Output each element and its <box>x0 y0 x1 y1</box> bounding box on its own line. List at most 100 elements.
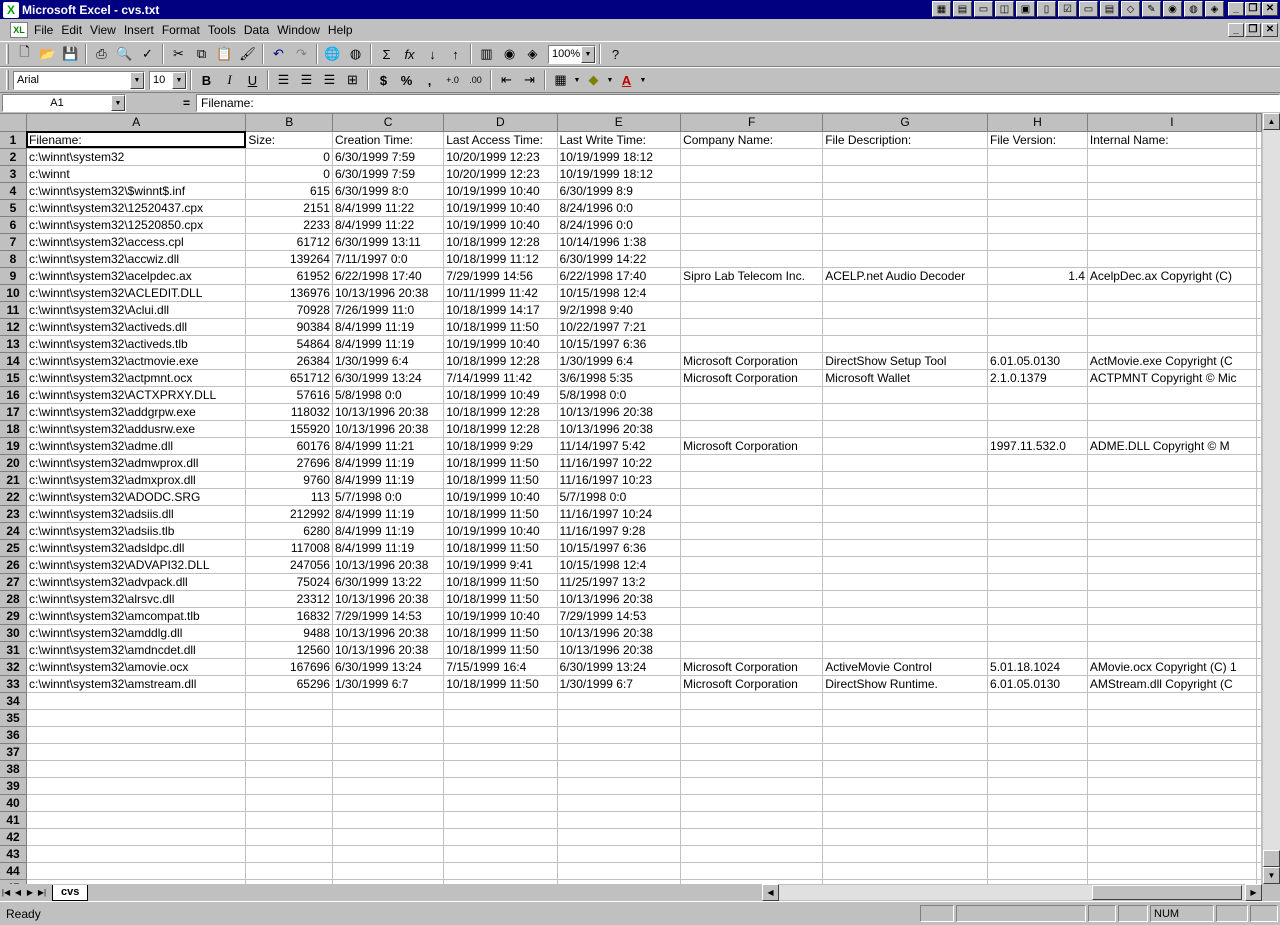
prev-sheet-icon[interactable]: ◀ <box>12 885 24 900</box>
cell[interactable] <box>822 471 989 489</box>
cell[interactable] <box>680 454 824 472</box>
cell[interactable] <box>332 726 445 744</box>
cell[interactable] <box>1256 420 1262 438</box>
cell[interactable]: c:\winnt\system32\ACLEDIT.DLL <box>26 284 247 302</box>
cell[interactable] <box>680 556 824 574</box>
sheet-tab-cvs[interactable]: cvs <box>52 884 89 901</box>
formula-input[interactable]: Filename: <box>196 94 1280 112</box>
cell[interactable] <box>1256 505 1262 523</box>
cell[interactable]: 8/4/1999 11:19 <box>332 505 445 523</box>
cell[interactable] <box>1256 369 1262 387</box>
restore-icon[interactable]: ❐ <box>1245 2 1261 16</box>
cell[interactable]: 10/18/1999 12:28 <box>443 352 558 370</box>
cell[interactable]: c:\winnt\system32\adsiis.tlb <box>26 522 247 540</box>
cell[interactable]: Last Access Time: <box>443 131 558 149</box>
cell[interactable]: Microsoft Corporation <box>680 658 824 676</box>
cell[interactable]: 8/4/1999 11:19 <box>332 335 445 353</box>
cell[interactable] <box>557 862 682 880</box>
cell[interactable] <box>1256 607 1262 625</box>
cell[interactable] <box>443 726 558 744</box>
cell[interactable]: c:\winnt\system32\amdncdet.dll <box>26 641 247 659</box>
cell[interactable] <box>332 743 445 761</box>
column-header[interactable]: G <box>822 114 989 132</box>
cell[interactable]: c:\winnt <box>26 165 247 183</box>
cell[interactable]: 7/29/1999 14:53 <box>557 607 682 625</box>
cell[interactable] <box>822 760 989 778</box>
cell[interactable]: 5/8/1998 0:0 <box>557 386 682 404</box>
cell[interactable] <box>1256 488 1262 506</box>
cell[interactable]: Size: <box>245 131 333 149</box>
tray-note-icon[interactable]: ◇ <box>1121 1 1140 17</box>
chart-wizard-icon[interactable]: ▥ <box>475 43 498 65</box>
cell[interactable]: 2151 <box>245 199 333 217</box>
row-header[interactable]: 6 <box>0 216 27 234</box>
cell[interactable] <box>1256 182 1262 200</box>
cell[interactable]: 10/19/1999 9:41 <box>443 556 558 574</box>
row-header[interactable]: 16 <box>0 386 27 404</box>
cell[interactable] <box>1256 539 1262 557</box>
cell[interactable] <box>1087 488 1258 506</box>
cell[interactable]: c:\winnt\system32 <box>26 148 247 166</box>
cell[interactable] <box>1256 437 1262 455</box>
cell[interactable] <box>987 488 1088 506</box>
cell[interactable]: 6/30/1999 7:59 <box>332 148 445 166</box>
tray-window-icon[interactable]: ◫ <box>995 1 1014 17</box>
cell[interactable] <box>1256 573 1262 591</box>
cell[interactable]: 1/30/1999 6:4 <box>332 352 445 370</box>
cell[interactable]: c:\winnt\system32\ACTXPRXY.DLL <box>26 386 247 404</box>
cell[interactable] <box>680 216 824 234</box>
cell[interactable] <box>245 862 333 880</box>
cell[interactable] <box>332 709 445 727</box>
row-header[interactable]: 23 <box>0 505 27 523</box>
scroll-up-icon[interactable]: ▲ <box>1263 113 1280 130</box>
cell[interactable] <box>987 590 1088 608</box>
row-header[interactable]: 25 <box>0 539 27 557</box>
cell[interactable]: Microsoft Wallet <box>822 369 989 387</box>
cell[interactable]: c:\winnt\system32\access.cpl <box>26 233 247 251</box>
cell[interactable]: 10/13/1996 20:38 <box>332 590 445 608</box>
cell[interactable] <box>1087 539 1258 557</box>
cell[interactable]: 10/19/1999 10:40 <box>443 199 558 217</box>
cell[interactable]: c:\winnt\system32\ADVAPI32.DLL <box>26 556 247 574</box>
cell[interactable]: 155920 <box>245 420 333 438</box>
cell[interactable]: 10/19/1999 10:40 <box>443 216 558 234</box>
cell[interactable]: c:\winnt\system32\amddlg.dll <box>26 624 247 642</box>
cell[interactable]: 10/18/1999 11:50 <box>443 505 558 523</box>
cell[interactable]: 10/13/1996 20:38 <box>557 420 682 438</box>
cell[interactable] <box>332 692 445 710</box>
workbook-restore-icon[interactable]: ❐ <box>1245 23 1261 37</box>
cell[interactable]: 6/30/1999 13:24 <box>332 369 445 387</box>
decrease-decimal-icon[interactable]: .00 <box>464 69 487 91</box>
cell[interactable] <box>680 811 824 829</box>
cell[interactable]: 70928 <box>245 301 333 319</box>
cell[interactable] <box>557 692 682 710</box>
row-header[interactable]: 43 <box>0 845 27 863</box>
cell[interactable]: 6/30/1999 13:22 <box>332 573 445 591</box>
cell[interactable] <box>680 573 824 591</box>
cell[interactable] <box>822 828 989 846</box>
format-painter-icon[interactable]: 🖌 <box>236 43 259 65</box>
cell[interactable] <box>822 199 989 217</box>
cell[interactable]: 9/2/1998 9:40 <box>557 301 682 319</box>
print-icon[interactable]: ⎙ <box>90 43 113 65</box>
cell[interactable] <box>1256 726 1262 744</box>
cell[interactable]: 75024 <box>245 573 333 591</box>
cell[interactable] <box>1256 131 1262 149</box>
column-header[interactable]: H <box>987 114 1088 132</box>
cell[interactable] <box>987 216 1088 234</box>
cell[interactable] <box>245 828 333 846</box>
cell[interactable] <box>1256 148 1262 166</box>
cell[interactable]: 11/16/1997 10:23 <box>557 471 682 489</box>
cell[interactable]: 6/30/1999 8:9 <box>557 182 682 200</box>
align-left-icon[interactable]: ☰ <box>272 69 295 91</box>
cell[interactable] <box>443 777 558 795</box>
cell[interactable]: ADME.DLL Copyright © M <box>1087 437 1258 455</box>
cell[interactable]: 118032 <box>245 403 333 421</box>
tray-app-icon[interactable]: ▦ <box>932 1 951 17</box>
equals-sign[interactable]: = <box>156 96 196 110</box>
cell[interactable] <box>987 301 1088 319</box>
italic-icon[interactable]: I <box>218 69 241 91</box>
cell[interactable]: 7/15/1999 16:4 <box>443 658 558 676</box>
cell[interactable] <box>557 828 682 846</box>
row-header[interactable]: 17 <box>0 403 27 421</box>
